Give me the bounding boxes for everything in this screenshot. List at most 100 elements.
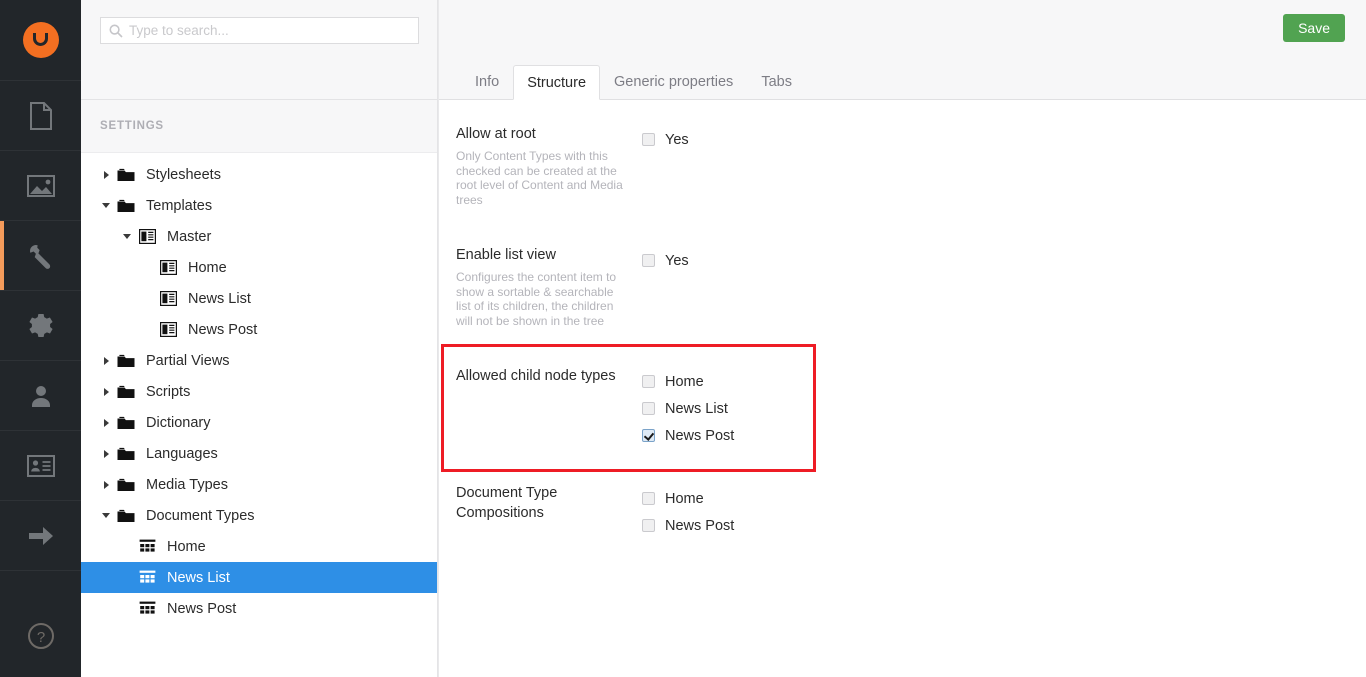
checkbox-unchecked-icon[interactable]: [642, 254, 655, 267]
tree-node-languages[interactable]: Languages: [81, 438, 438, 469]
arrow-right-icon: [27, 524, 55, 548]
property-label-allow-at-root: Allow at root Only Content Types with thi…: [456, 124, 642, 207]
tab-info[interactable]: Info: [461, 64, 513, 99]
tree-node-home[interactable]: Home: [81, 252, 438, 283]
checkbox-row-home[interactable]: Home: [642, 485, 1366, 512]
tab-structure[interactable]: Structure: [513, 65, 601, 100]
property-value-allowed-child-node-types: Home News List News Post: [642, 366, 1366, 449]
tab-tabs[interactable]: Tabs: [747, 64, 806, 99]
property-label-document-type-compositions: Document Type Compositions: [456, 483, 642, 539]
chevron-down-icon[interactable]: [120, 234, 134, 239]
chevron-down-icon[interactable]: [99, 203, 113, 208]
tree-node-master[interactable]: Master: [81, 221, 438, 252]
help-button[interactable]: ?: [0, 599, 81, 677]
save-button[interactable]: Save: [1283, 14, 1345, 42]
tab-label: Structure: [527, 74, 587, 91]
chevron-down-icon[interactable]: [99, 513, 113, 518]
checkbox-unchecked-icon[interactable]: [642, 375, 655, 388]
property-title: Allowed child node types: [456, 368, 616, 384]
search-input[interactable]: [101, 18, 418, 43]
tab-bar: Info Structure Generic properties Tabs: [439, 65, 1366, 100]
tree-node-label: Partial Views: [146, 352, 230, 369]
checkbox-unchecked-icon[interactable]: [642, 402, 655, 415]
structure-properties: Allow at root Only Content Types with thi…: [439, 100, 1366, 677]
sidebar-item-content[interactable]: [0, 81, 81, 151]
app-nav-rail: ?: [0, 0, 81, 677]
tree-node-label: Stylesheets: [146, 166, 221, 183]
folder-icon: [113, 385, 139, 399]
template-icon: [155, 260, 181, 275]
property-description: Configures the content item to show a so…: [456, 270, 617, 328]
property-label-enable-list-view: Enable list view Configures the content i…: [456, 245, 642, 328]
gear-icon: [28, 313, 54, 339]
chevron-right-icon[interactable]: [99, 418, 113, 427]
chevron-right-icon[interactable]: [99, 356, 113, 365]
tree-node-document-types[interactable]: Document Types: [81, 500, 438, 531]
help-circle-icon: ?: [27, 622, 55, 655]
tree-node-label: Home: [167, 538, 206, 555]
property-spacer: [439, 449, 1366, 483]
tree-node-scripts[interactable]: Scripts: [81, 376, 438, 407]
tree-node-label: Languages: [146, 445, 218, 462]
chevron-right-icon[interactable]: [99, 449, 113, 458]
checkbox-row-news-post[interactable]: News Post: [642, 422, 1366, 449]
tree-node-dictionary[interactable]: Dictionary: [81, 407, 438, 438]
tab-label: Generic properties: [614, 73, 734, 90]
checkbox-row-yes[interactable]: Yes: [642, 247, 1366, 274]
checkbox-row-yes[interactable]: Yes: [642, 126, 1366, 153]
tree-section-title: SETTINGS: [100, 120, 164, 132]
tree-node-media-types[interactable]: Media Types: [81, 469, 438, 500]
property-spacer: [439, 328, 1366, 366]
checkbox-row-news-list[interactable]: News List: [642, 395, 1366, 422]
tree-node-label: Master: [167, 228, 212, 245]
sidebar-item-members[interactable]: [0, 431, 81, 501]
tree-node-news-list[interactable]: News List: [81, 283, 438, 314]
umbraco-backoffice: ? SETTINGS Stylesheets Templates Master Hom…: [0, 0, 1366, 677]
property-document-type-compositions: Document Type Compositions Home News Post: [439, 483, 1366, 539]
checkbox-label: Home: [665, 373, 704, 390]
chevron-right-icon[interactable]: [99, 170, 113, 179]
tree-node-news-post[interactable]: News Post: [81, 593, 438, 624]
rail-spacer: [0, 571, 81, 599]
sidebar-item-users[interactable]: [0, 361, 81, 431]
checkbox-checked-icon[interactable]: [642, 429, 655, 442]
tree-node-home[interactable]: Home: [81, 531, 438, 562]
tree-node-partial-views[interactable]: Partial Views: [81, 345, 438, 376]
folder-icon: [113, 478, 139, 492]
chevron-right-icon[interactable]: [99, 387, 113, 396]
checkbox-row-home[interactable]: Home: [642, 368, 1366, 395]
main-content: Save Info Structure Generic properties Tabs…: [439, 0, 1366, 677]
tree-node-news-list[interactable]: News List: [81, 562, 438, 593]
tree-section-header: SETTINGS: [81, 100, 438, 153]
tree-node-stylesheets[interactable]: Stylesheets: [81, 159, 438, 190]
folder-icon: [113, 416, 139, 430]
tab-generic-properties[interactable]: Generic properties: [600, 64, 747, 99]
tree-node-news-post[interactable]: News Post: [81, 314, 438, 345]
document-type-icon: [134, 539, 160, 554]
search-box[interactable]: [100, 17, 419, 44]
checkbox-unchecked-icon[interactable]: [642, 133, 655, 146]
settings-tree-panel: SETTINGS Stylesheets Templates Master Home N…: [81, 0, 439, 677]
image-icon: [26, 174, 55, 197]
property-value-enable-list-view: Yes: [642, 245, 1366, 328]
tree-node-label: News List: [167, 569, 230, 586]
sidebar-item-settings[interactable]: [0, 221, 81, 291]
checkbox-unchecked-icon[interactable]: [642, 492, 655, 505]
checkbox-label: News Post: [665, 517, 735, 534]
tree-node-label: Dictionary: [146, 414, 211, 431]
property-allowed-child-node-types: Allowed child node types Home News List New…: [439, 366, 1366, 449]
chevron-right-icon[interactable]: [99, 480, 113, 489]
sidebar-item-developer[interactable]: [0, 291, 81, 361]
tree-node-templates[interactable]: Templates: [81, 190, 438, 221]
tab-label: Info: [475, 73, 500, 90]
umbraco-logo[interactable]: [0, 0, 81, 81]
checkbox-unchecked-icon[interactable]: [642, 519, 655, 532]
sidebar-item-forms[interactable]: [0, 501, 81, 571]
checkbox-row-news-post[interactable]: News Post: [642, 512, 1366, 539]
property-label-allowed-child-node-types: Allowed child node types: [456, 366, 642, 449]
user-icon: [28, 383, 54, 409]
tree-node-label: Media Types: [146, 476, 228, 493]
template-icon: [155, 291, 181, 306]
tree-node-label: Home: [188, 259, 227, 276]
sidebar-item-media[interactable]: [0, 151, 81, 221]
